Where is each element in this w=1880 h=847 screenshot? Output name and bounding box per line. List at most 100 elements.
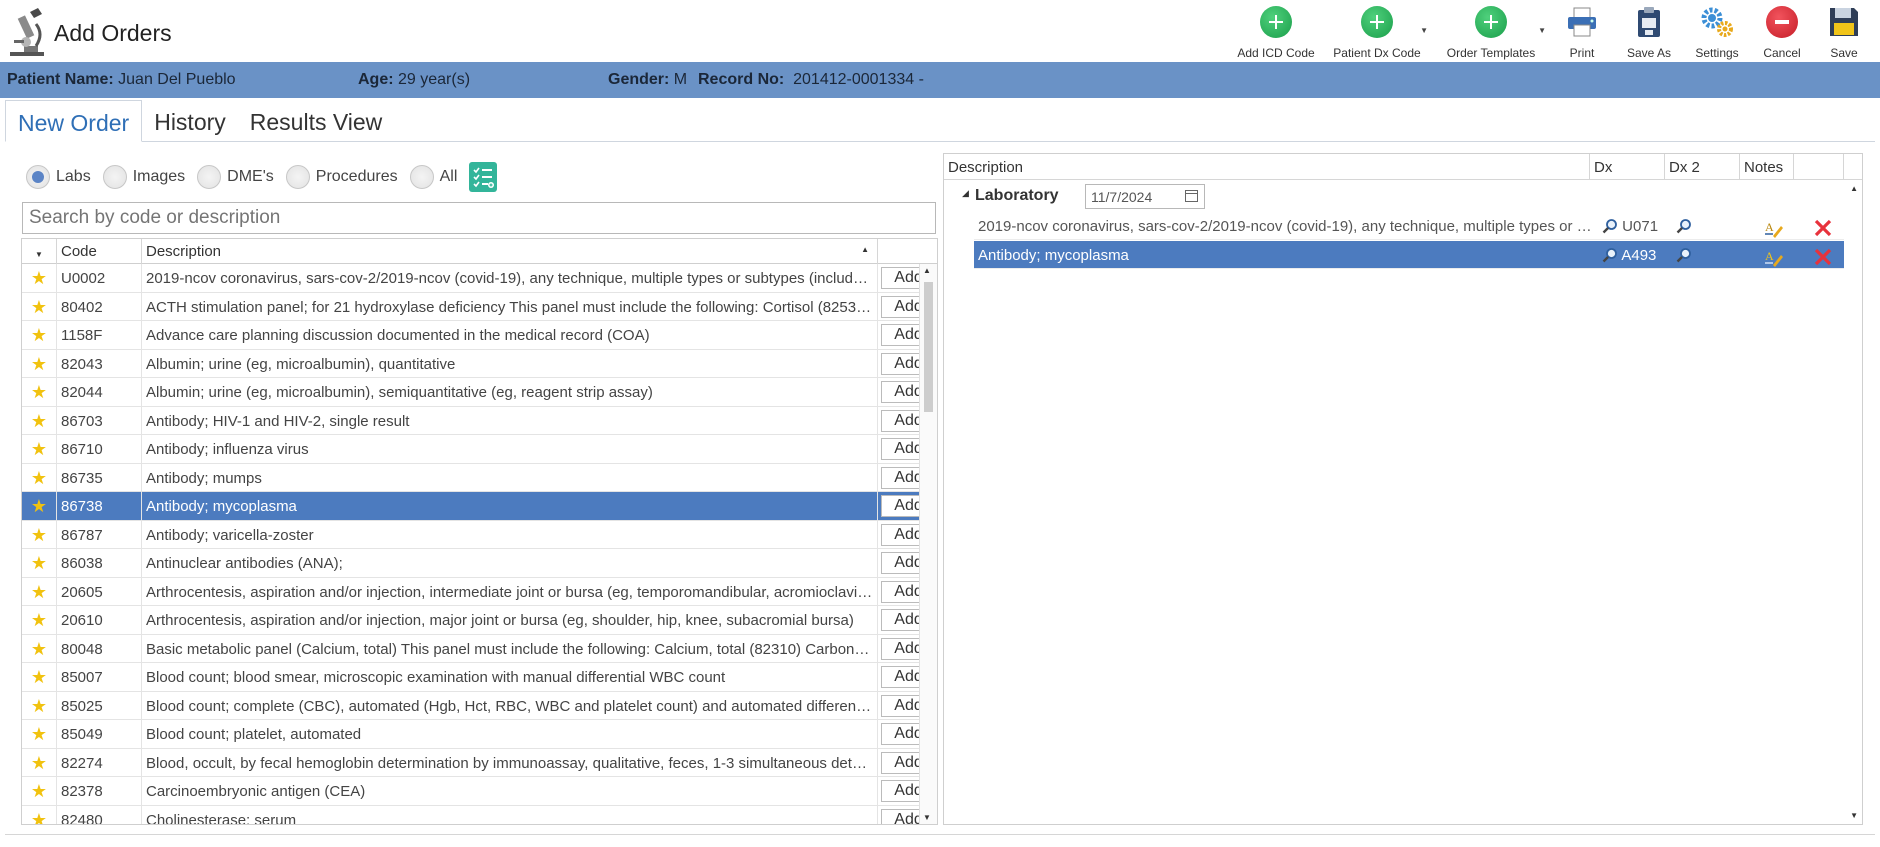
patient-record-number: Record No: 201412-0001334 - — [698, 71, 924, 88]
order-row[interactable]: 2019-ncov coronavirus, sars-cov-2/2019-n… — [974, 212, 1844, 240]
filter-procedures-radio[interactable]: Procedures — [285, 165, 398, 189]
star-icon[interactable]: ★ — [22, 435, 57, 464]
star-icon[interactable]: ★ — [22, 520, 57, 549]
delete-order-button[interactable] — [1801, 212, 1844, 240]
column-header-dx2[interactable]: Dx 2 — [1665, 154, 1740, 180]
star-icon[interactable]: ★ — [22, 720, 57, 749]
star-icon[interactable]: ★ — [22, 321, 57, 350]
tab-results-view[interactable]: Results View — [238, 100, 395, 142]
dx-cell[interactable]: A493 — [1598, 241, 1672, 269]
star-icon[interactable]: ★ — [22, 777, 57, 806]
filter-dmes-radio[interactable]: DME's — [197, 165, 274, 189]
magnifier-icon[interactable] — [1602, 218, 1618, 234]
table-row[interactable]: ★ 85049 Blood count; platelet, automated Ad… — [22, 720, 936, 749]
scrollbar-thumb[interactable] — [924, 282, 933, 412]
star-icon[interactable]: ★ — [22, 349, 57, 378]
table-row[interactable]: ★ 85025 Blood count; complete (CBC), autom… — [22, 691, 936, 720]
magnifier-icon[interactable] — [1676, 247, 1692, 263]
scroll-up-icon[interactable]: ▲ — [1850, 184, 1858, 193]
star-icon[interactable]: ★ — [22, 406, 57, 435]
search-input[interactable] — [22, 202, 936, 234]
star-icon[interactable]: ★ — [22, 805, 57, 824]
calendar-icon[interactable] — [1185, 190, 1198, 202]
notes-edit-icon[interactable]: A — [1764, 247, 1784, 267]
table-row[interactable]: ★ 80048 Basic metabolic panel (Calcium, to… — [22, 634, 936, 663]
star-icon[interactable]: ★ — [22, 748, 57, 777]
grid-scrollbar[interactable]: ▲ ▼ — [919, 264, 937, 824]
notes-cell[interactable]: A — [1747, 241, 1801, 269]
column-header-notes[interactable]: Notes — [1740, 154, 1794, 180]
star-icon[interactable]: ★ — [22, 549, 57, 578]
table-row[interactable]: ★ 1158F Advance care planning discussion d… — [22, 321, 936, 350]
favorite-column-filter[interactable]: ▼ — [22, 239, 57, 264]
column-header-description[interactable]: Description ▲ — [142, 239, 878, 264]
cancel-button[interactable]: Cancel — [1750, 4, 1814, 60]
tab-new-order[interactable]: New Order — [5, 100, 143, 142]
column-header-code[interactable]: Code — [57, 239, 142, 264]
star-icon[interactable]: ★ — [22, 463, 57, 492]
table-row[interactable]: ★ 82378 Carcinoembryonic antigen (CEA) Add — [22, 777, 936, 806]
scroll-down-icon[interactable]: ▼ — [923, 813, 931, 822]
save-as-button[interactable]: Save As — [1614, 4, 1684, 60]
dx2-cell[interactable] — [1672, 212, 1747, 240]
add-icon — [1475, 6, 1507, 38]
table-row-selected[interactable]: ★ 86738 Antibody; mycoplasma Add — [22, 492, 936, 521]
checklist-button[interactable] — [469, 162, 498, 192]
chevron-down-icon[interactable]: ▼ — [1538, 26, 1546, 35]
settings-button[interactable]: Settings — [1684, 4, 1750, 60]
dx-cell[interactable]: U071 — [1598, 212, 1672, 240]
scroll-up-icon[interactable]: ▲ — [923, 266, 931, 275]
table-row[interactable]: ★ 82044 Albumin; urine (eg, microalbumin),… — [22, 378, 936, 407]
table-row[interactable]: ★ 80402 ACTH stimulation panel; for 21 hyd… — [22, 292, 936, 321]
table-row[interactable]: ★ 86735 Antibody; mumps Add — [22, 463, 936, 492]
filter-labs-radio[interactable]: Labs — [26, 165, 91, 189]
star-icon[interactable]: ★ — [22, 264, 57, 293]
notes-edit-icon[interactable]: A — [1764, 218, 1784, 238]
table-row[interactable]: ★ 20605 Arthrocentesis, aspiration and/or … — [22, 577, 936, 606]
order-row-selected[interactable]: Antibody; mycoplasma A493 A — [974, 241, 1844, 269]
delete-icon[interactable] — [1813, 247, 1833, 267]
chevron-down-icon[interactable]: ▼ — [1420, 26, 1428, 35]
magnifier-icon[interactable] — [1676, 218, 1692, 234]
procedure-grid: ▼ Code Description ▲ ★ U0002 2019-ncov cor… — [21, 238, 938, 825]
table-row[interactable]: ★ 82043 Albumin; urine (eg, microalbumin),… — [22, 349, 936, 378]
collapse-icon[interactable]: ◢ — [962, 188, 969, 199]
column-header-description[interactable]: Description — [944, 154, 1590, 180]
magnifier-icon[interactable] — [1602, 247, 1618, 263]
print-button[interactable]: Print — [1550, 4, 1614, 60]
table-row[interactable]: ★ 20610 Arthrocentesis, aspiration and/or … — [22, 606, 936, 635]
order-group-laboratory[interactable]: ◢ Laboratory 11/7/2024 — [944, 182, 1844, 210]
table-row[interactable]: ★ U0002 2019-ncov coronavirus, sars-cov-2/… — [22, 264, 936, 293]
add-icon — [1260, 6, 1292, 38]
dx2-cell[interactable] — [1672, 241, 1747, 269]
table-row[interactable]: ★ 86703 Antibody; HIV-1 and HIV-2, single … — [22, 406, 936, 435]
delete-icon[interactable] — [1813, 218, 1833, 238]
column-header-dx[interactable]: Dx — [1590, 154, 1665, 180]
table-row[interactable]: ★ 82274 Blood, occult, by fecal hemoglobin… — [22, 748, 936, 777]
notes-cell[interactable]: A — [1747, 212, 1801, 240]
star-icon[interactable]: ★ — [22, 663, 57, 692]
star-icon[interactable]: ★ — [22, 577, 57, 606]
star-icon[interactable]: ★ — [22, 378, 57, 407]
table-row[interactable]: ★ 82480 Cholinesterase; serum Add — [22, 805, 936, 824]
star-icon[interactable]: ★ — [22, 606, 57, 635]
table-row[interactable]: ★ 85007 Blood count; blood smear, microsco… — [22, 663, 936, 692]
order-templates-button[interactable]: Order Templates ▼ — [1432, 4, 1550, 60]
star-icon[interactable]: ★ — [22, 292, 57, 321]
star-icon[interactable]: ★ — [22, 691, 57, 720]
patient-dx-code-button[interactable]: Patient Dx Code ▼ — [1322, 4, 1432, 60]
order-date-field[interactable]: 11/7/2024 — [1085, 184, 1205, 209]
filter-all-radio[interactable]: All — [409, 165, 457, 189]
add-icd-code-button[interactable]: Add ICD Code — [1230, 4, 1322, 60]
table-row[interactable]: ★ 86038 Antinuclear antibodies (ANA); Add — [22, 549, 936, 578]
star-icon[interactable]: ★ — [22, 492, 57, 521]
tab-history[interactable]: History — [142, 100, 238, 142]
table-row[interactable]: ★ 86787 Antibody; varicella-zoster Add — [22, 520, 936, 549]
scroll-down-icon[interactable]: ▼ — [1850, 811, 1858, 820]
filter-images-radio[interactable]: Images — [102, 165, 185, 189]
star-icon[interactable]: ★ — [22, 634, 57, 663]
table-row[interactable]: ★ 86710 Antibody; influenza virus Add — [22, 435, 936, 464]
patient-age: Age: 29 year(s) — [358, 71, 471, 88]
save-button[interactable]: Save — [1814, 4, 1874, 60]
delete-order-button[interactable] — [1801, 241, 1844, 269]
